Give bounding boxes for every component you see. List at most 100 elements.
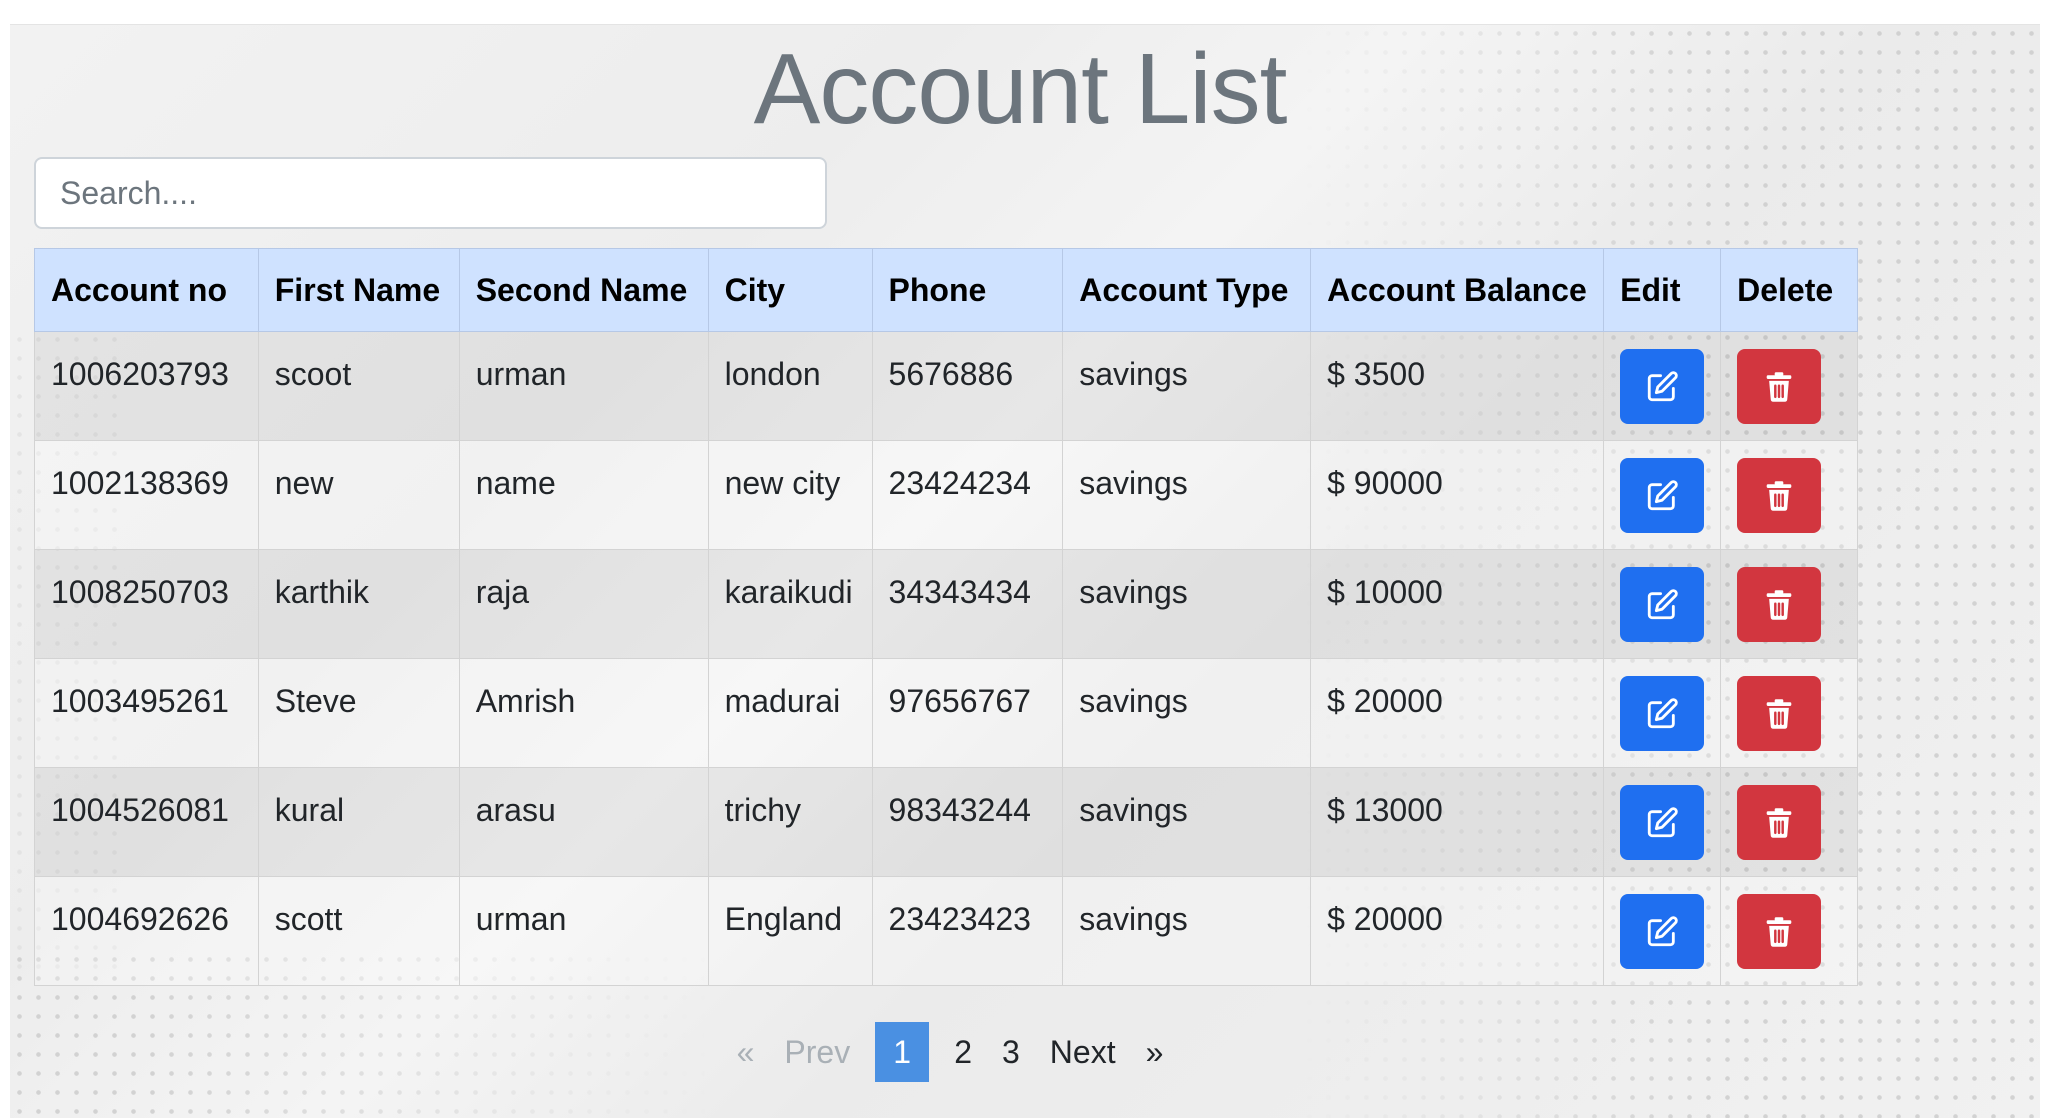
trash-icon xyxy=(1764,916,1794,948)
column-header-account-type[interactable]: Account Type xyxy=(1062,248,1312,332)
table-row: 1008250703 karthik raja karaikudi 34343434 sa… xyxy=(34,549,1858,659)
edit-icon xyxy=(1645,806,1679,840)
cell-account-type: savings xyxy=(1062,658,1312,768)
cell-account-no: 1008250703 xyxy=(34,549,259,659)
cell-edit xyxy=(1603,440,1722,550)
pagination-page-2[interactable]: 2 xyxy=(939,1022,987,1082)
edit-icon xyxy=(1645,588,1679,622)
trash-icon xyxy=(1764,589,1794,621)
cell-account-balance: $ 90000 xyxy=(1310,440,1605,550)
cell-delete xyxy=(1720,549,1858,659)
edit-button[interactable] xyxy=(1620,894,1705,969)
page-title: Account List xyxy=(753,33,1288,145)
cell-second-name: arasu xyxy=(458,767,709,877)
column-header-city[interactable]: City xyxy=(707,248,873,332)
cell-city: london xyxy=(707,331,873,441)
pagination-page-1[interactable]: 1 xyxy=(875,1022,930,1082)
cell-city: England xyxy=(707,876,873,986)
cell-account-type: savings xyxy=(1062,876,1312,986)
table-row: 1002138369 new name new city 23424234 savings… xyxy=(34,440,1858,550)
column-header-account-no[interactable]: Account no xyxy=(34,248,259,332)
cell-second-name: urman xyxy=(458,876,709,986)
cell-account-no: 1002138369 xyxy=(34,440,259,550)
pagination-next-button[interactable]: Next xyxy=(1035,1022,1131,1082)
delete-button[interactable] xyxy=(1737,676,1822,751)
cell-second-name: urman xyxy=(458,331,709,441)
cell-first-name: scoot xyxy=(257,331,460,441)
cell-second-name: Amrish xyxy=(458,658,709,768)
search-input[interactable] xyxy=(34,157,827,229)
delete-button[interactable] xyxy=(1737,567,1822,642)
trash-icon xyxy=(1764,698,1794,730)
table-row: 1004692626 scott urman England 23423423 savin… xyxy=(34,876,1858,986)
trash-icon xyxy=(1764,480,1794,512)
edit-button[interactable] xyxy=(1620,458,1705,533)
cell-account-balance: $ 10000 xyxy=(1310,549,1605,659)
cell-first-name: new xyxy=(257,440,460,550)
trash-icon xyxy=(1764,371,1794,403)
table-row: 1006203793 scoot urman london 5676886 savings… xyxy=(34,331,1858,441)
cell-phone: 98343244 xyxy=(871,767,1064,877)
cell-delete xyxy=(1720,331,1858,441)
cell-account-balance: $ 3500 xyxy=(1310,331,1605,441)
cell-account-balance: $ 13000 xyxy=(1310,767,1605,877)
cell-first-name: kural xyxy=(257,767,460,877)
delete-button[interactable] xyxy=(1737,349,1822,424)
cell-account-type: savings xyxy=(1062,549,1312,659)
cell-account-type: savings xyxy=(1062,767,1312,877)
cell-first-name: scott xyxy=(257,876,460,986)
delete-button[interactable] xyxy=(1737,458,1822,533)
cell-account-balance: $ 20000 xyxy=(1310,658,1605,768)
cell-account-type: savings xyxy=(1062,331,1312,441)
cell-account-no: 1003495261 xyxy=(34,658,259,768)
cell-account-no: 1004692626 xyxy=(34,876,259,986)
pagination-last-button[interactable]: » xyxy=(1131,1022,1179,1082)
cell-account-balance: $ 20000 xyxy=(1310,876,1605,986)
cell-city: new city xyxy=(707,440,873,550)
table-header-row: Account no First Name Second Name City P… xyxy=(34,248,1858,332)
column-header-delete: Delete xyxy=(1720,248,1858,332)
table-row: 1003495261 Steve Amrish madurai 97656767 savi… xyxy=(34,658,1858,768)
cell-delete xyxy=(1720,767,1858,877)
cell-phone: 5676886 xyxy=(871,331,1064,441)
cell-city: karaikudi xyxy=(707,549,873,659)
cell-edit xyxy=(1603,658,1722,768)
cell-account-no: 1004526081 xyxy=(34,767,259,877)
pagination-first-button[interactable]: « xyxy=(722,1022,770,1082)
column-header-first-name[interactable]: First Name xyxy=(257,248,460,332)
delete-button[interactable] xyxy=(1737,785,1822,860)
cell-edit xyxy=(1603,549,1722,659)
pagination: « Prev 1 2 3 Next » xyxy=(0,1022,1970,1082)
delete-button[interactable] xyxy=(1737,894,1822,969)
edit-icon xyxy=(1645,697,1679,731)
cell-first-name: karthik xyxy=(257,549,460,659)
accounts-table: Account no First Name Second Name City P… xyxy=(34,248,1858,986)
column-header-phone[interactable]: Phone xyxy=(871,248,1064,332)
cell-phone: 97656767 xyxy=(871,658,1064,768)
edit-button[interactable] xyxy=(1620,785,1705,860)
cell-second-name: name xyxy=(458,440,709,550)
cell-delete xyxy=(1720,876,1858,986)
cell-city: madurai xyxy=(707,658,873,768)
edit-button[interactable] xyxy=(1620,567,1705,642)
edit-button[interactable] xyxy=(1620,349,1705,424)
cell-account-no: 1006203793 xyxy=(34,331,259,441)
cell-account-type: savings xyxy=(1062,440,1312,550)
pagination-page-3[interactable]: 3 xyxy=(987,1022,1035,1082)
column-header-account-balance[interactable]: Account Balance xyxy=(1310,248,1605,332)
cell-city: trichy xyxy=(707,767,873,877)
cell-phone: 23423423 xyxy=(871,876,1064,986)
edit-button[interactable] xyxy=(1620,676,1705,751)
cell-phone: 34343434 xyxy=(871,549,1064,659)
column-header-second-name[interactable]: Second Name xyxy=(458,248,709,332)
cell-edit xyxy=(1603,876,1722,986)
edit-icon xyxy=(1645,479,1679,513)
table-row: 1004526081 kural arasu trichy 98343244 saving… xyxy=(34,767,1858,877)
cell-delete xyxy=(1720,440,1858,550)
edit-icon xyxy=(1645,915,1679,949)
cell-second-name: raja xyxy=(458,549,709,659)
pagination-prev-button[interactable]: Prev xyxy=(769,1022,865,1082)
cell-phone: 23424234 xyxy=(871,440,1064,550)
edit-icon xyxy=(1645,370,1679,404)
column-header-edit: Edit xyxy=(1603,248,1722,332)
